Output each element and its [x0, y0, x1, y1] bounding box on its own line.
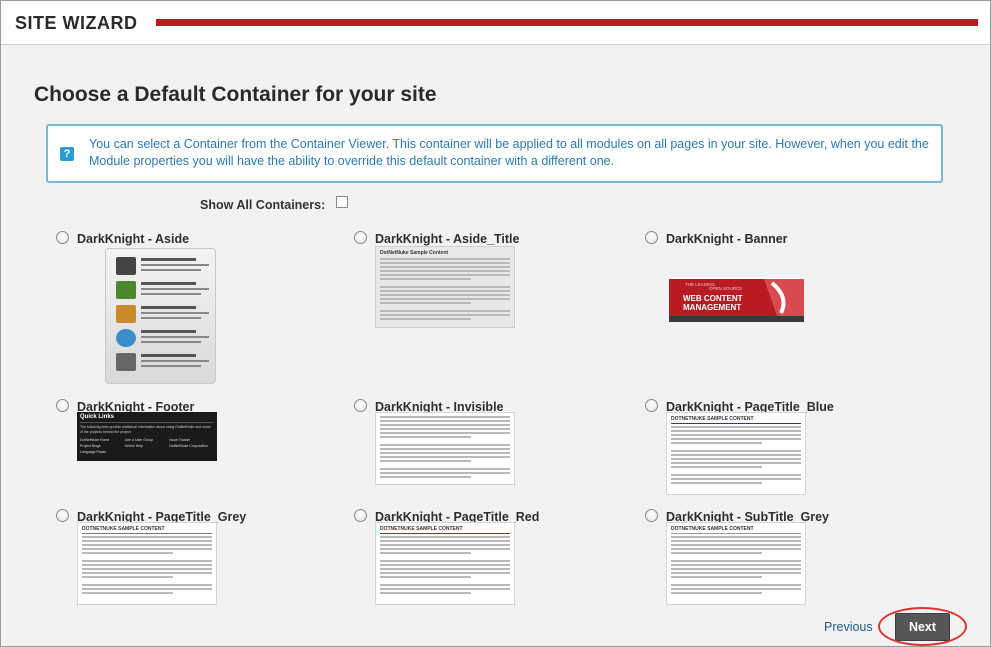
blue-title-rule — [671, 423, 801, 424]
next-button-highlight-ring — [878, 607, 967, 646]
site-wizard-window: SITE WIZARD Choose a Default Container f… — [0, 0, 991, 647]
red-title-rule — [380, 533, 510, 534]
container-preview-pagetitle-red: DOTNETNUKE SAMPLE CONTENT — [375, 522, 515, 605]
container-preview-subtitle-grey: DOTNETNUKE SAMPLE CONTENT — [666, 522, 806, 605]
container-preview-invisible — [375, 412, 515, 485]
preview-heading: DOTNETNUKE SAMPLE CONTENT — [671, 416, 754, 422]
book-icon — [116, 281, 136, 299]
info-text: You can select a Container from the Cont… — [89, 137, 929, 168]
container-radio[interactable] — [56, 231, 69, 244]
help-icon: ? — [60, 147, 74, 161]
container-radio[interactable] — [645, 399, 658, 412]
show-all-containers-checkbox[interactable] — [336, 196, 348, 208]
header-accent-bar — [156, 19, 978, 26]
container-preview-aside-title: DotNetNuke Sample Content — [375, 246, 515, 328]
preview-heading: DOTNETNUKE SAMPLE CONTENT — [380, 526, 463, 532]
training-icon — [116, 305, 136, 323]
wizard-title: SITE WIZARD — [15, 13, 138, 33]
container-label: DarkKnight - Banner — [666, 232, 788, 246]
footer-preview-heading: Quick Links — [80, 414, 115, 420]
container-radio[interactable] — [354, 231, 367, 244]
container-radio[interactable] — [645, 231, 658, 244]
marketplace-icon — [116, 353, 136, 371]
container-radio[interactable] — [354, 399, 367, 412]
container-radio[interactable] — [645, 509, 658, 522]
grey-subtitle-rule — [671, 533, 801, 534]
grey-title-rule — [82, 533, 212, 534]
container-preview-pagetitle-grey: DOTNETNUKE SAMPLE CONTENT — [77, 522, 217, 605]
wizard-header: SITE WIZARD — [1, 1, 990, 45]
preview-heading: DOTNETNUKE SAMPLE CONTENT — [82, 526, 165, 532]
container-preview-aside — [105, 248, 216, 384]
banner-text-line3: WEB CONTENT — [683, 294, 743, 303]
preview-heading: DotNetNuke Sample Content — [380, 250, 449, 256]
previous-link[interactable]: Previous — [824, 620, 873, 634]
aside-row-title — [141, 258, 196, 261]
container-preview-banner: THE LEADING OPEN SOURCE WEB CONTENT MANA… — [669, 277, 804, 322]
container-radio[interactable] — [56, 509, 69, 522]
container-preview-footer: Quick Links The following links provide … — [77, 412, 217, 461]
footer-preview-intro: The following links provide additional i… — [80, 425, 211, 434]
aside-preview-row — [116, 305, 211, 325]
container-radio[interactable] — [354, 509, 367, 522]
banner-text-line2: OPEN SOURCE — [709, 286, 742, 291]
footer-preview-link: Online Help — [124, 444, 143, 448]
aside-preview-row — [116, 281, 211, 301]
container-label: DarkKnight - Aside — [77, 232, 190, 246]
preview-heading: DOTNETNUKE SAMPLE CONTENT — [671, 526, 754, 532]
banner-text-line4: MANAGEMENT — [683, 303, 741, 312]
show-all-containers-label: Show All Containers: — [200, 198, 326, 212]
page-title: Choose a Default Container for your site — [34, 83, 437, 106]
globe-icon — [116, 329, 136, 347]
aside-preview-row — [116, 353, 211, 373]
container-label: DarkKnight - Aside_Title — [375, 232, 520, 246]
info-box: ? You can select a Container from the Co… — [46, 124, 943, 183]
container-preview-pagetitle-blue: DOTNETNUKE SAMPLE CONTENT — [666, 412, 806, 495]
container-radio[interactable] — [56, 399, 69, 412]
aside-preview-row — [116, 329, 211, 349]
banner-preview-graphic: THE LEADING OPEN SOURCE WEB CONTENT MANA… — [669, 277, 804, 322]
footer-preview-link: Language Packs — [80, 450, 107, 454]
community-icon — [116, 257, 136, 275]
aside-preview-row — [116, 257, 211, 277]
footer-preview-link: DotNetNuke Corporation — [169, 444, 208, 448]
